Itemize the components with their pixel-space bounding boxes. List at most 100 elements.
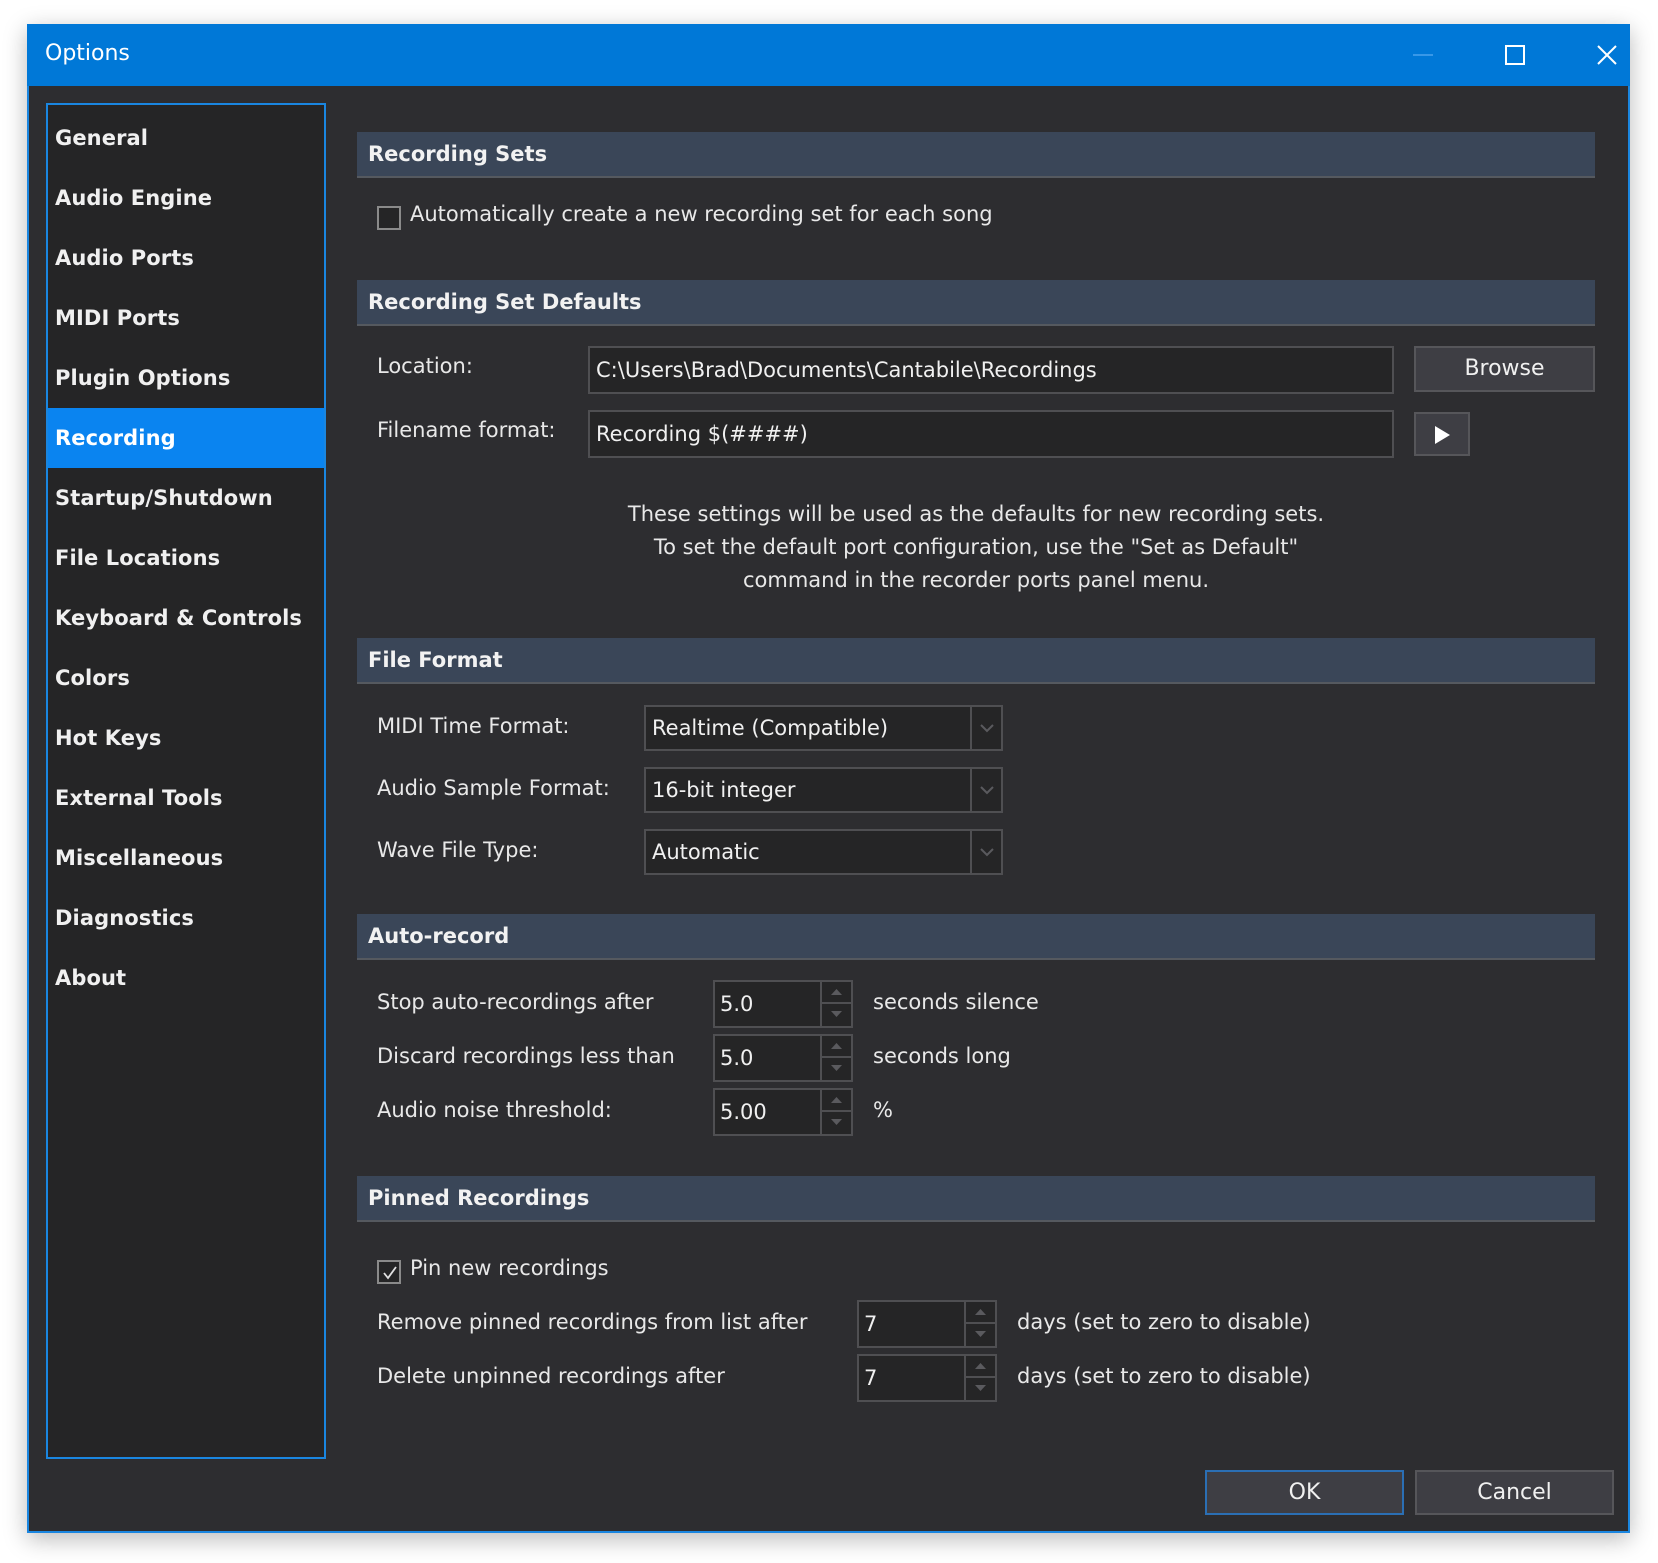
discard-recordings-stepper[interactable]: 5.0 [713,1034,853,1082]
noise-threshold-stepper[interactable]: 5.00 [713,1088,853,1136]
info-line-3: command in the recorder ports panel menu… [742,568,1210,592]
midi-time-format-value: Realtime (Compatible) [652,716,889,740]
triangle-up-icon [975,1309,986,1315]
audio-sample-format-dropdown[interactable] [970,769,1001,811]
triangle-down-icon [831,1119,842,1125]
audio-sample-format-select[interactable]: 16-bit integer [644,767,1003,813]
remove-pinned-label: Remove pinned recordings from list after [377,1310,808,1334]
close-button[interactable] [1561,24,1653,86]
sidebar-item-startup-shutdown[interactable]: Startup/Shutdown [48,468,324,528]
increment-button[interactable] [822,982,851,1004]
cancel-button[interactable]: Cancel [1415,1470,1614,1515]
section-header-auto-record: Auto-record [357,914,1595,960]
noise-threshold-unit: % [873,1098,893,1122]
audio-sample-format-value: 16-bit integer [652,778,796,802]
filename-format-input[interactable]: Recording $(####) [588,410,1394,458]
sidebar-item-recording[interactable]: Recording [48,408,324,468]
section-header-recording-set-defaults: Recording Set Defaults [357,280,1595,326]
remove-pinned-unit: days (set to zero to disable) [1017,1310,1311,1334]
sidebar-item-external-tools[interactable]: External Tools [48,768,324,828]
remove-pinned-stepper[interactable]: 7 [857,1300,997,1348]
noise-threshold-value[interactable]: 5.00 [720,1090,767,1134]
delete-unpinned-stepper[interactable]: 7 [857,1354,997,1402]
pin-new-recordings-label[interactable]: Pin new recordings [410,1256,609,1280]
wave-file-type-select[interactable]: Automatic [644,829,1003,875]
section-header-pinned-recordings: Pinned Recordings [357,1176,1595,1222]
triangle-down-icon [975,1385,986,1391]
info-line-1: These settings will be used as the defau… [627,502,1325,526]
section-header-recording-sets: Recording Sets [357,132,1595,178]
sidebar-item-keyboard-controls[interactable]: Keyboard & Controls [48,588,324,648]
decrement-button[interactable] [822,1058,851,1080]
triangle-up-icon [831,989,842,995]
chevron-down-icon [980,724,994,733]
increment-button[interactable] [822,1036,851,1058]
decrement-button[interactable] [822,1004,851,1026]
wave-file-type-label: Wave File Type: [377,838,539,862]
triangle-down-icon [831,1065,842,1071]
filename-format-label: Filename format: [377,418,556,442]
increment-button[interactable] [822,1090,851,1112]
delete-unpinned-unit: days (set to zero to disable) [1017,1364,1311,1388]
defaults-info-text: These settings will be used as the defau… [357,498,1595,597]
discard-recordings-label: Discard recordings less than [377,1044,675,1068]
triangle-up-icon [975,1363,986,1369]
triangle-up-icon [831,1097,842,1103]
remove-pinned-value[interactable]: 7 [864,1302,877,1346]
minimize-button[interactable] [1377,24,1469,86]
sidebar-item-colors[interactable]: Colors [48,648,324,708]
checkmark-icon [383,1266,397,1280]
close-icon [1597,45,1617,65]
stop-auto-recordings-stepper[interactable]: 5.0 [713,980,853,1028]
audio-sample-format-label: Audio Sample Format: [377,776,610,800]
delete-unpinned-label: Delete unpinned recordings after [377,1364,725,1388]
location-input[interactable]: C:\Users\Brad\Documents\Cantabile\Record… [588,346,1394,394]
section-header-file-format: File Format [357,638,1595,684]
sidebar-item-plugin-options[interactable]: Plugin Options [48,348,324,408]
sidebar-item-miscellaneous[interactable]: Miscellaneous [48,828,324,888]
midi-time-format-select[interactable]: Realtime (Compatible) [644,705,1003,751]
delete-unpinned-value[interactable]: 7 [864,1356,877,1400]
sidebar-item-audio-engine[interactable]: Audio Engine [48,168,324,228]
discard-recordings-value[interactable]: 5.0 [720,1036,753,1080]
filename-macro-menu-button[interactable] [1414,412,1470,456]
sidebar-item-diagnostics[interactable]: Diagnostics [48,888,324,948]
discard-recordings-unit: seconds long [873,1044,1011,1068]
decrement-button[interactable] [822,1112,851,1134]
minimize-icon [1413,54,1433,56]
title-bar[interactable]: Options [27,24,1630,86]
triangle-down-icon [975,1331,986,1337]
sidebar-item-about[interactable]: About [48,948,324,1008]
info-line-2: To set the default port configuration, u… [653,535,1299,559]
auto-create-set-label[interactable]: Automatically create a new recording set… [410,202,993,226]
increment-button[interactable] [966,1356,995,1378]
stepper-buttons [820,1090,851,1134]
midi-time-format-dropdown[interactable] [970,707,1001,749]
play-icon [1435,426,1450,444]
increment-button[interactable] [966,1302,995,1324]
ok-button[interactable]: OK [1205,1470,1404,1515]
stop-auto-recordings-label: Stop auto-recordings after [377,990,654,1014]
maximize-icon [1505,45,1525,65]
decrement-button[interactable] [966,1324,995,1346]
sidebar-item-general[interactable]: General [48,108,324,168]
wave-file-type-dropdown[interactable] [970,831,1001,873]
stop-auto-recordings-value[interactable]: 5.0 [720,982,753,1026]
noise-threshold-label: Audio noise threshold: [377,1098,612,1122]
chevron-down-icon [980,786,994,795]
maximize-button[interactable] [1469,24,1561,86]
stepper-buttons [964,1356,995,1400]
pin-new-recordings-checkbox[interactable] [377,1260,401,1284]
auto-create-set-checkbox[interactable] [377,206,401,230]
sidebar-item-audio-ports[interactable]: Audio Ports [48,228,324,288]
location-label: Location: [377,354,473,378]
stepper-buttons [820,1036,851,1080]
sidebar-item-hot-keys[interactable]: Hot Keys [48,708,324,768]
decrement-button[interactable] [966,1378,995,1400]
browse-button[interactable]: Browse [1414,346,1595,392]
wave-file-type-value: Automatic [652,840,760,864]
sidebar-item-midi-ports[interactable]: MIDI Ports [48,288,324,348]
sidebar-item-file-locations[interactable]: File Locations [48,528,324,588]
midi-time-format-label: MIDI Time Format: [377,714,570,738]
triangle-down-icon [831,1011,842,1017]
